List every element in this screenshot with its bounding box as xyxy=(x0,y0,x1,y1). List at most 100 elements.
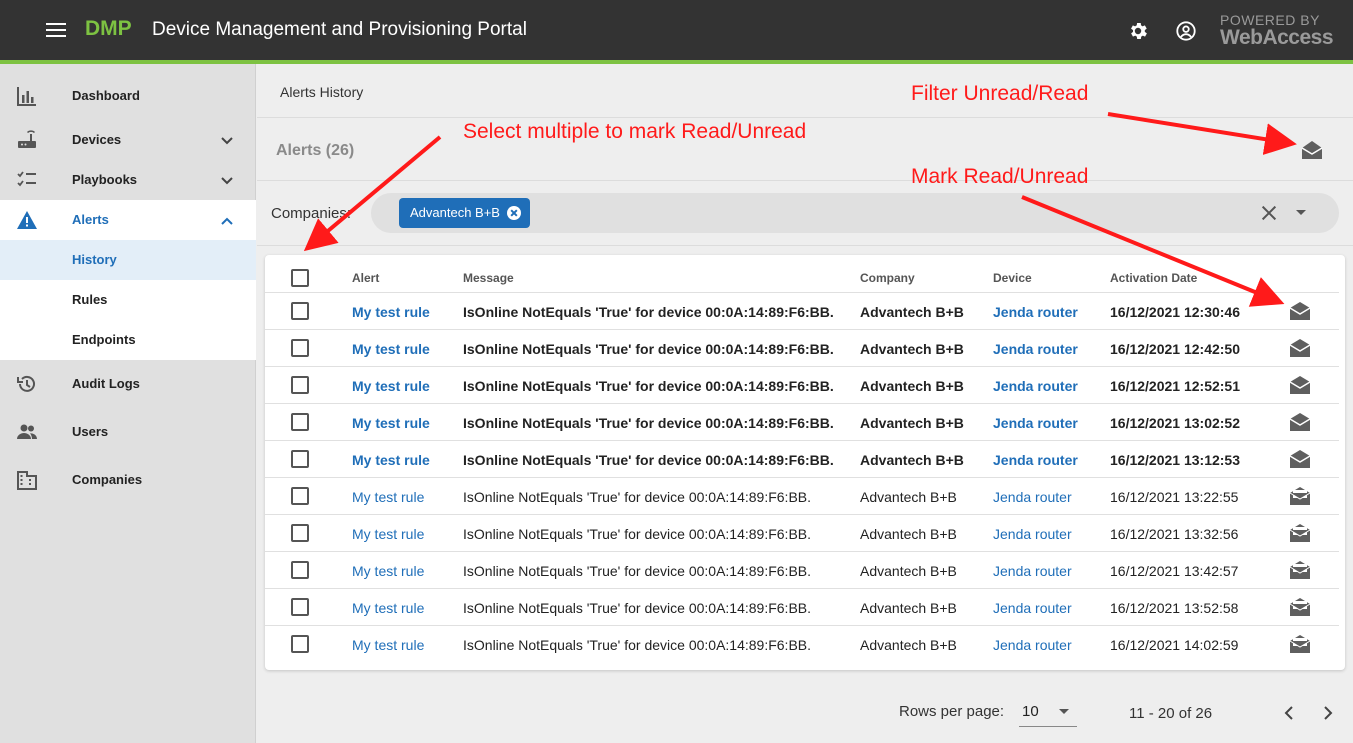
mark-read-unread-button[interactable] xyxy=(1289,301,1311,321)
brand-logo[interactable]: DMP xyxy=(85,17,132,41)
device-link[interactable]: Jenda router xyxy=(993,415,1078,431)
warning-icon xyxy=(16,209,38,231)
activation-date: 16/12/2021 12:52:51 xyxy=(1110,378,1240,394)
sidebar-item-dashboard[interactable]: Dashboard xyxy=(0,76,256,116)
sidebar-item-users[interactable]: Users xyxy=(0,412,256,452)
device-link[interactable]: Jenda router xyxy=(993,526,1072,542)
alert-link[interactable]: My test rule xyxy=(352,378,430,394)
close-icon[interactable] xyxy=(1261,205,1277,221)
alert-message: IsOnline NotEquals 'True' for device 00:… xyxy=(463,489,812,505)
device-link[interactable]: Jenda router xyxy=(993,452,1078,468)
alert-link[interactable]: My test rule xyxy=(352,341,430,357)
device-link[interactable]: Jenda router xyxy=(993,341,1078,357)
sidebar-item-label: Dashboard xyxy=(72,88,140,103)
table-row[interactable]: My test rule IsOnline NotEquals 'True' fo… xyxy=(265,440,1339,477)
chevron-up-icon[interactable] xyxy=(218,212,236,230)
table-row[interactable]: My test rule IsOnline NotEquals 'True' fo… xyxy=(265,551,1339,588)
table-row[interactable]: My test rule IsOnline NotEquals 'True' fo… xyxy=(265,477,1339,514)
mark-read-unread-button[interactable] xyxy=(1289,449,1311,469)
table-row[interactable]: My test rule IsOnline NotEquals 'True' fo… xyxy=(265,514,1339,551)
companies-label: Companies: xyxy=(271,205,352,222)
column-header-device[interactable]: Device xyxy=(993,271,1032,285)
sidebar-item-playbooks[interactable]: Playbooks xyxy=(0,160,256,200)
row-checkbox[interactable] xyxy=(291,524,309,542)
mark-read-unread-button[interactable] xyxy=(1289,375,1311,395)
company-chip[interactable]: Advantech B+B xyxy=(399,198,530,228)
mark-read-unread-button[interactable] xyxy=(1289,523,1311,543)
alert-link[interactable]: My test rule xyxy=(352,489,424,505)
row-checkbox[interactable] xyxy=(291,561,309,579)
mark-read-unread-button[interactable] xyxy=(1289,412,1311,432)
select-all-checkbox[interactable] xyxy=(291,269,309,287)
sidebar-item-alerts[interactable]: Alerts xyxy=(0,200,256,240)
sidebar-item-devices[interactable]: Devices xyxy=(0,120,256,160)
mark-read-unread-button[interactable] xyxy=(1289,486,1311,506)
table-row[interactable]: My test rule IsOnline NotEquals 'True' fo… xyxy=(265,329,1339,366)
row-checkbox[interactable] xyxy=(291,635,309,653)
sidebar-item-label: Audit Logs xyxy=(72,376,140,391)
mail-open-icon xyxy=(1289,450,1311,468)
sidebar-item-history[interactable]: History xyxy=(0,240,256,280)
mail-read-icon xyxy=(1289,487,1311,505)
filter-read-unread-button[interactable] xyxy=(1300,138,1324,162)
device-link[interactable]: Jenda router xyxy=(993,378,1078,394)
rows-per-page-select[interactable]: 10 xyxy=(1019,697,1077,727)
alerts-table: Alert Message Company Device Activation … xyxy=(265,255,1345,670)
account-circle-icon[interactable] xyxy=(1175,20,1197,42)
powered-by-brand: WebAccess xyxy=(1220,26,1334,49)
alert-link[interactable]: My test rule xyxy=(352,304,430,320)
row-checkbox[interactable] xyxy=(291,376,309,394)
row-checkbox[interactable] xyxy=(291,339,309,357)
mark-read-unread-button[interactable] xyxy=(1289,634,1311,654)
sidebar-item-audit-logs[interactable]: Audit Logs xyxy=(0,364,256,404)
column-header-alert[interactable]: Alert xyxy=(352,271,379,285)
alert-link[interactable]: My test rule xyxy=(352,600,424,616)
rows-per-page-label: Rows per page: xyxy=(899,703,1005,720)
table-row[interactable]: My test rule IsOnline NotEquals 'True' fo… xyxy=(265,625,1339,662)
row-checkbox[interactable] xyxy=(291,598,309,616)
chip-remove-icon[interactable] xyxy=(506,206,521,220)
sidebar-item-rules[interactable]: Rules xyxy=(0,280,256,320)
row-checkbox[interactable] xyxy=(291,413,309,431)
column-header-message[interactable]: Message xyxy=(463,271,514,285)
alert-link[interactable]: My test rule xyxy=(352,452,430,468)
alert-link[interactable]: My test rule xyxy=(352,563,424,579)
device-link[interactable]: Jenda router xyxy=(993,600,1072,616)
sidebar-item-endpoints[interactable]: Endpoints xyxy=(0,320,256,360)
row-checkbox[interactable] xyxy=(291,302,309,320)
chevron-right-icon xyxy=(1324,706,1333,720)
menu-icon[interactable] xyxy=(46,22,66,38)
page-title: Alerts (26) xyxy=(276,142,355,159)
sidebar-item-label: Users xyxy=(72,424,109,439)
device-link[interactable]: Jenda router xyxy=(993,563,1072,579)
column-header-company[interactable]: Company xyxy=(860,271,915,285)
previous-page-button[interactable] xyxy=(1281,703,1297,723)
activation-date: 16/12/2021 13:12:53 xyxy=(1110,452,1240,468)
device-link[interactable]: Jenda router xyxy=(993,637,1072,653)
row-checkbox[interactable] xyxy=(291,450,309,468)
alert-message: IsOnline NotEquals 'True' for device 00:… xyxy=(463,304,834,320)
alert-link[interactable]: My test rule xyxy=(352,637,424,653)
table-row[interactable]: My test rule IsOnline NotEquals 'True' fo… xyxy=(265,366,1339,403)
table-row[interactable]: My test rule IsOnline NotEquals 'True' fo… xyxy=(265,588,1339,625)
alert-link[interactable]: My test rule xyxy=(352,526,424,542)
mark-read-unread-button[interactable] xyxy=(1289,597,1311,617)
device-link[interactable]: Jenda router xyxy=(993,489,1072,505)
table-row[interactable]: My test rule IsOnline NotEquals 'True' fo… xyxy=(265,292,1339,329)
alert-link[interactable]: My test rule xyxy=(352,415,430,431)
dropdown-arrow-icon[interactable] xyxy=(1296,210,1306,215)
chevron-down-icon[interactable] xyxy=(218,132,236,150)
column-header-activation-date[interactable]: Activation Date xyxy=(1110,271,1197,285)
next-page-button[interactable] xyxy=(1320,703,1336,723)
chevron-down-icon[interactable] xyxy=(218,172,236,190)
mark-read-unread-button[interactable] xyxy=(1289,338,1311,358)
gear-icon[interactable] xyxy=(1127,20,1149,42)
mark-read-unread-button[interactable] xyxy=(1289,560,1311,580)
sidebar-item-companies[interactable]: Companies xyxy=(0,460,256,500)
table-row[interactable]: My test rule IsOnline NotEquals 'True' fo… xyxy=(265,403,1339,440)
row-checkbox[interactable] xyxy=(291,487,309,505)
people-icon xyxy=(16,421,38,443)
alert-message: IsOnline NotEquals 'True' for device 00:… xyxy=(463,415,834,431)
companies-select[interactable]: Advantech B+B xyxy=(371,193,1339,233)
device-link[interactable]: Jenda router xyxy=(993,304,1078,320)
